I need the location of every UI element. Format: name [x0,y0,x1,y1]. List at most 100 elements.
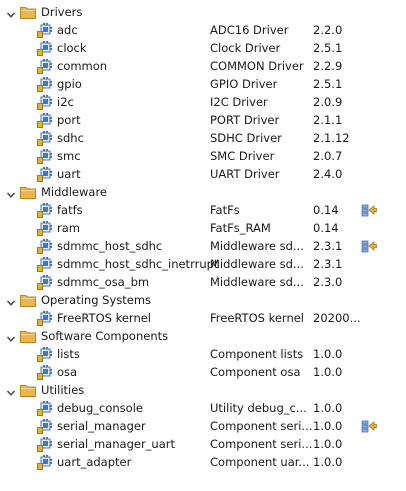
component-description: Clock Driver [210,41,281,55]
component-row[interactable]: debug_console Utility debug_c... 1.0.0 [0,399,406,417]
component-row[interactable]: FreeRTOS kernel FreeRTOS kernel 20200... [0,309,406,327]
component-name: lists [57,347,80,361]
component-version: 2.5.1 [313,41,343,55]
component-version: 2.1.12 [313,131,350,145]
component-version: 2.0.9 [313,95,343,109]
component-description: Utility debug_c... [210,401,307,415]
component-name: serial_manager_uart [57,437,175,451]
multi-action-icon[interactable] [361,239,377,253]
component-row[interactable]: common COMMON Driver 2.2.9 [0,57,406,75]
component-name: common [57,59,108,73]
category-label: Middleware [41,185,107,199]
component-plugin-icon [37,238,53,254]
component-name: adc [57,23,78,37]
folder-icon [20,330,36,343]
component-plugin-icon [37,94,53,110]
component-version: 0.14 [313,221,339,235]
category-label: Drivers [41,5,83,19]
component-row[interactable]: clock Clock Driver 2.5.1 [0,39,406,57]
component-description: Component uar... [210,455,310,469]
component-name: clock [57,41,87,55]
component-row[interactable]: fatfs FatFs 0.14 [0,201,406,219]
component-plugin-icon [37,76,53,92]
component-plugin-icon [37,220,53,236]
chevron-down-icon[interactable] [6,295,16,306]
multi-action-icon[interactable] [361,419,377,433]
folder-icon [20,186,36,199]
component-description: COMMON Driver [210,59,304,73]
component-description: Component seri... [210,437,313,451]
component-version: 1.0.0 [313,455,343,469]
component-description: SDHC Driver [210,131,282,145]
component-version: 2.5.1 [313,77,343,91]
folder-icon [20,294,36,307]
component-plugin-icon [37,256,53,272]
component-description: Middleware sd... [210,257,304,271]
category-row[interactable]: Middleware [0,183,406,201]
component-version: 20200... [313,311,361,325]
component-name: ram [57,221,80,235]
category-row[interactable]: Operating Systems [0,291,406,309]
component-name: serial_manager [57,419,146,433]
component-description: Middleware sd... [210,239,304,253]
component-row[interactable]: serial_manager Component seri... 1.0.0 [0,417,406,435]
component-row[interactable]: gpio GPIO Driver 2.5.1 [0,75,406,93]
component-plugin-icon [37,40,53,56]
component-plugin-icon [37,148,53,164]
component-version: 2.3.0 [313,275,343,289]
component-row[interactable]: ram FatFs_RAM 0.14 [0,219,406,237]
category-row[interactable]: Software Components [0,327,406,345]
component-row[interactable]: port PORT Driver 2.1.1 [0,111,406,129]
component-row[interactable]: serial_manager_uart Component seri... 1.0.… [0,435,406,453]
chevron-down-icon[interactable] [6,7,16,18]
component-row[interactable]: sdmmc_osa_bm Middleware sd... 2.3.0 [0,273,406,291]
chevron-down-icon[interactable] [6,385,16,396]
component-row[interactable]: uart UART Driver 2.4.0 [0,165,406,183]
component-name: osa [57,365,78,379]
component-name: fatfs [57,203,83,217]
component-row[interactable]: sdhc SDHC Driver 2.1.12 [0,129,406,147]
component-name: sdmmc_host_sdhc_inetrrupt [57,257,219,271]
category-row[interactable]: Utilities [0,381,406,399]
component-plugin-icon [37,454,53,470]
component-version: 1.0.0 [313,419,343,433]
category-label: Software Components [41,329,169,343]
component-row[interactable]: i2c I2C Driver 2.0.9 [0,93,406,111]
component-plugin-icon [37,310,53,326]
component-version: 2.3.1 [313,257,343,271]
component-name: sdmmc_host_sdhc [57,239,163,253]
component-description: SMC Driver [210,149,275,163]
component-version: 1.0.0 [313,365,343,379]
component-name: i2c [57,95,74,109]
component-plugin-icon [37,346,53,362]
component-name: sdmmc_osa_bm [57,275,150,289]
component-row[interactable]: adc ADC16 Driver 2.2.0 [0,21,406,39]
component-row[interactable]: sdmmc_host_sdhc Middleware sd... 2.3.1 [0,237,406,255]
component-name: uart [57,167,81,181]
component-version: 0.14 [313,203,339,217]
component-row[interactable]: sdmmc_host_sdhc_inetrrupt Middleware sd..… [0,255,406,273]
component-version: 2.0.7 [313,149,343,163]
component-version: 1.0.0 [313,401,343,415]
category-row[interactable]: Drivers [0,3,406,21]
component-description: FatFs [210,203,240,217]
component-row[interactable]: osa Component osa 1.0.0 [0,363,406,381]
component-tree: Drivers adc ADC16 Driver 2.2.0 clock Clock Dr… [0,3,406,471]
component-name: debug_console [57,401,143,415]
multi-action-icon[interactable] [361,203,377,217]
component-description: GPIO Driver [210,77,278,91]
component-plugin-icon [37,418,53,434]
component-description: Component lists [210,347,304,361]
chevron-down-icon[interactable] [6,187,16,198]
component-row[interactable]: lists Component lists 1.0.0 [0,345,406,363]
component-version: 2.1.1 [313,113,343,127]
component-row[interactable]: smc SMC Driver 2.0.7 [0,147,406,165]
component-name: port [57,113,81,127]
chevron-down-icon[interactable] [6,331,16,342]
component-description: Component osa [210,365,301,379]
component-plugin-icon [37,364,53,380]
component-row[interactable]: uart_adapter Component uar... 1.0.0 [0,453,406,471]
component-plugin-icon [37,58,53,74]
component-plugin-icon [37,112,53,128]
category-label: Utilities [41,383,85,397]
